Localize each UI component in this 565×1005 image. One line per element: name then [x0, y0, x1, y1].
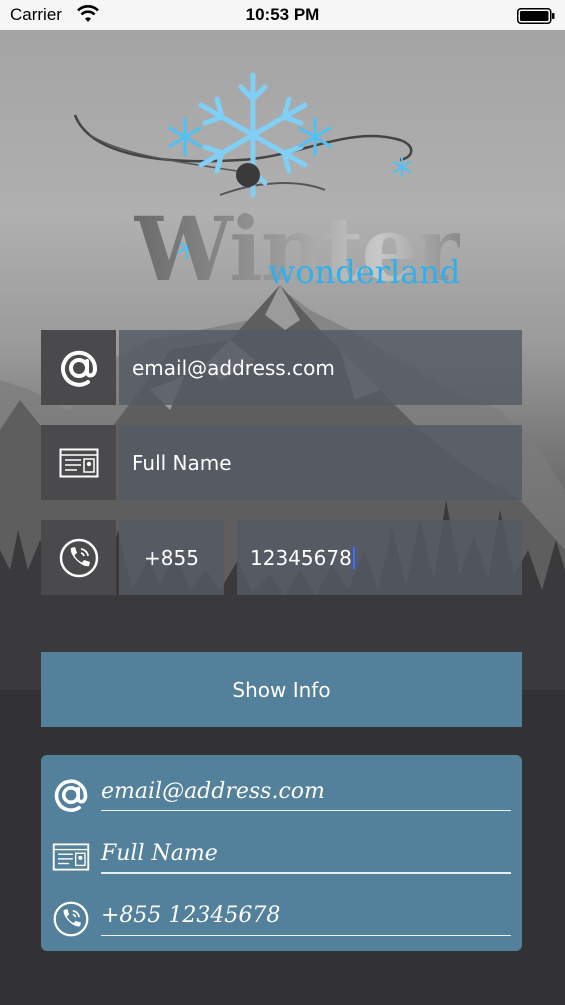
info-phone-row: +855 12345678: [41, 893, 522, 941]
at-icon: [60, 350, 97, 387]
status-bar: Carrier 10:53 PM: [0, 0, 565, 30]
phone-icon-box: [41, 520, 116, 595]
phone-input[interactable]: 12345678: [237, 520, 522, 595]
divider: [101, 872, 511, 874]
phone-input-value: 12345678: [250, 545, 352, 570]
country-code-value: +855: [144, 545, 199, 570]
show-info-button[interactable]: Show Info: [41, 652, 522, 727]
status-time: 10:53 PM: [245, 5, 320, 24]
email-input[interactable]: email@address.com: [119, 330, 522, 405]
id-card-icon: [59, 448, 98, 477]
name-row: Full Name: [41, 425, 522, 500]
info-name-text: Full Name: [101, 841, 218, 866]
email-icon-box: [41, 330, 116, 405]
logo-subtitle: wonderland: [268, 253, 461, 291]
battery-icon: [517, 8, 555, 24]
country-code-input[interactable]: +855: [119, 520, 224, 595]
name-icon-box: [41, 425, 116, 500]
divider: [101, 935, 511, 936]
phone-icon: [51, 899, 91, 939]
id-card-icon: [51, 837, 91, 877]
email-input-value: email@address.com: [132, 355, 335, 380]
info-phone-text: +855 12345678: [101, 903, 281, 928]
phone-row: +855 12345678: [41, 520, 522, 595]
phone-icon: [59, 538, 98, 577]
text-cursor: [352, 546, 355, 569]
email-row: email@address.com: [41, 330, 522, 405]
divider: [101, 810, 511, 811]
info-card: email@address.com Full Name +855 1234567…: [41, 755, 522, 951]
info-email-text: email@address.com: [101, 779, 325, 804]
name-input[interactable]: Full Name: [119, 425, 522, 500]
name-input-value: Full Name: [132, 450, 232, 475]
app-logo: Winter wonderland: [70, 65, 500, 295]
at-icon: [51, 775, 91, 815]
